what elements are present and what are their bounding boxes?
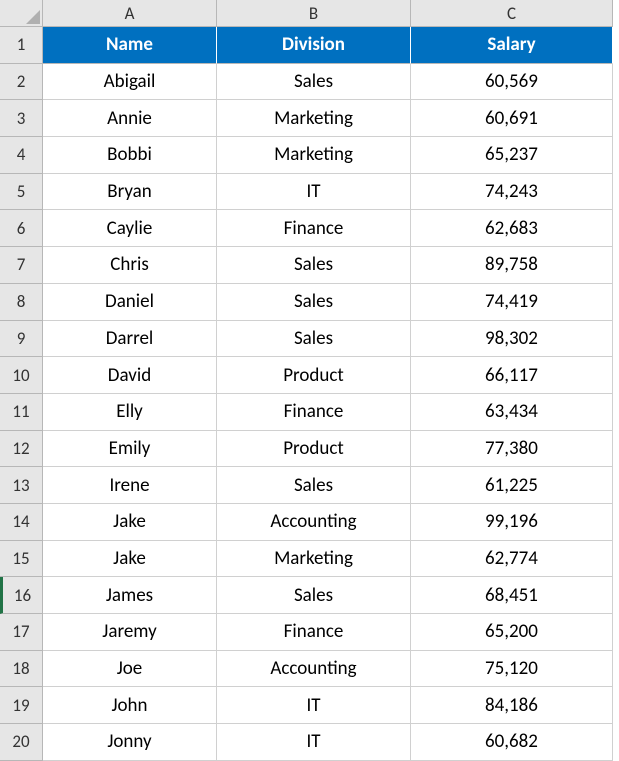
- row-header-7[interactable]: 7: [0, 247, 43, 284]
- cell-division[interactable]: Finance: [217, 210, 411, 247]
- cell-division[interactable]: IT: [217, 174, 411, 211]
- cell-salary[interactable]: 74,243: [411, 174, 613, 211]
- row-header-8[interactable]: 8: [0, 284, 43, 321]
- spreadsheet-grid: A B C 1 Name Division Salary 2 Abigail S…: [0, 0, 619, 761]
- cell-name[interactable]: Chris: [43, 247, 217, 284]
- row-header-19[interactable]: 19: [0, 687, 43, 724]
- header-name[interactable]: Name: [43, 27, 217, 64]
- header-salary[interactable]: Salary: [411, 27, 613, 64]
- row-header-11[interactable]: 11: [0, 394, 43, 431]
- cell-salary[interactable]: 60,569: [411, 64, 613, 101]
- cell-salary[interactable]: 77,380: [411, 431, 613, 468]
- row-header-10[interactable]: 10: [0, 357, 43, 394]
- cell-name[interactable]: John: [43, 687, 217, 724]
- cell-name[interactable]: Irene: [43, 467, 217, 504]
- cell-salary[interactable]: 60,682: [411, 724, 613, 761]
- cell-salary[interactable]: 89,758: [411, 247, 613, 284]
- cell-name[interactable]: James: [43, 577, 217, 614]
- cell-division[interactable]: Accounting: [217, 504, 411, 541]
- row-header-5[interactable]: 5: [0, 174, 43, 211]
- cell-division[interactable]: Marketing: [217, 137, 411, 174]
- row-header-4[interactable]: 4: [0, 137, 43, 174]
- cell-division[interactable]: Finance: [217, 614, 411, 651]
- cell-name[interactable]: Darrel: [43, 321, 217, 358]
- cell-salary[interactable]: 63,434: [411, 394, 613, 431]
- cell-salary[interactable]: 84,186: [411, 687, 613, 724]
- row-header-14[interactable]: 14: [0, 504, 43, 541]
- col-header-c[interactable]: C: [411, 0, 613, 27]
- cell-division[interactable]: Accounting: [217, 651, 411, 688]
- cell-salary[interactable]: 62,774: [411, 541, 613, 578]
- cell-division[interactable]: Sales: [217, 247, 411, 284]
- row-header-12[interactable]: 12: [0, 431, 43, 468]
- cell-salary[interactable]: 74,419: [411, 284, 613, 321]
- cell-salary[interactable]: 61,225: [411, 467, 613, 504]
- row-header-15[interactable]: 15: [0, 541, 43, 578]
- row-header-6[interactable]: 6: [0, 210, 43, 247]
- cell-division[interactable]: Marketing: [217, 541, 411, 578]
- cell-salary[interactable]: 62,683: [411, 210, 613, 247]
- cell-name[interactable]: Abigail: [43, 64, 217, 101]
- cell-name[interactable]: Jonny: [43, 724, 217, 761]
- cell-division[interactable]: Sales: [217, 467, 411, 504]
- row-header-2[interactable]: 2: [0, 64, 43, 101]
- row-header-18[interactable]: 18: [0, 651, 43, 688]
- row-header-3[interactable]: 3: [0, 100, 43, 137]
- cell-salary[interactable]: 65,237: [411, 137, 613, 174]
- cell-name[interactable]: Emily: [43, 431, 217, 468]
- cell-division[interactable]: Sales: [217, 64, 411, 101]
- cell-name[interactable]: Caylie: [43, 210, 217, 247]
- cell-name[interactable]: Jaremy: [43, 614, 217, 651]
- row-header-9[interactable]: 9: [0, 321, 43, 358]
- cell-name[interactable]: Jake: [43, 504, 217, 541]
- col-header-a[interactable]: A: [43, 0, 217, 27]
- cell-division[interactable]: Product: [217, 357, 411, 394]
- cell-name[interactable]: Jake: [43, 541, 217, 578]
- cell-division[interactable]: IT: [217, 687, 411, 724]
- select-all-corner[interactable]: [0, 0, 43, 27]
- cell-name[interactable]: Joe: [43, 651, 217, 688]
- cell-division[interactable]: Sales: [217, 321, 411, 358]
- cell-division[interactable]: Sales: [217, 577, 411, 614]
- cell-name[interactable]: Annie: [43, 100, 217, 137]
- select-all-triangle-icon: [26, 10, 40, 24]
- cell-salary[interactable]: 99,196: [411, 504, 613, 541]
- cell-name[interactable]: David: [43, 357, 217, 394]
- header-division[interactable]: Division: [217, 27, 411, 64]
- col-header-b[interactable]: B: [217, 0, 411, 27]
- row-header-1[interactable]: 1: [0, 27, 43, 64]
- cell-salary[interactable]: 66,117: [411, 357, 613, 394]
- cell-name[interactable]: Bryan: [43, 174, 217, 211]
- row-header-13[interactable]: 13: [0, 467, 43, 504]
- cell-division[interactable]: Marketing: [217, 100, 411, 137]
- cell-division[interactable]: Product: [217, 431, 411, 468]
- row-header-20[interactable]: 20: [0, 724, 43, 761]
- row-header-16[interactable]: 16: [0, 577, 43, 614]
- cell-name[interactable]: Daniel: [43, 284, 217, 321]
- cell-salary[interactable]: 98,302: [411, 321, 613, 358]
- cell-salary[interactable]: 65,200: [411, 614, 613, 651]
- cell-name[interactable]: Elly: [43, 394, 217, 431]
- cell-salary[interactable]: 75,120: [411, 651, 613, 688]
- row-header-17[interactable]: 17: [0, 614, 43, 651]
- cell-name[interactable]: Bobbi: [43, 137, 217, 174]
- cell-division[interactable]: Sales: [217, 284, 411, 321]
- cell-division[interactable]: Finance: [217, 394, 411, 431]
- cell-salary[interactable]: 60,691: [411, 100, 613, 137]
- cell-division[interactable]: IT: [217, 724, 411, 761]
- cell-salary[interactable]: 68,451: [411, 577, 613, 614]
